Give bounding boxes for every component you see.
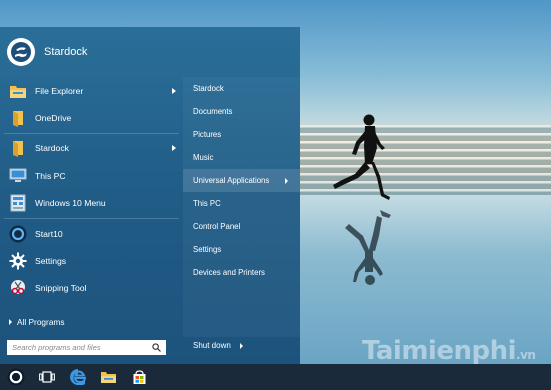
place-item-control-panel[interactable]: Control Panel (183, 215, 300, 238)
submenu-arrow-icon[interactable] (285, 177, 288, 184)
start10-icon (8, 224, 27, 243)
place-label: This PC (193, 199, 221, 208)
search-box[interactable] (7, 340, 166, 355)
places-list: Stardock Documents Pictures Music Univer… (183, 77, 300, 337)
file-explorer-icon (8, 81, 27, 100)
user-row[interactable]: Stardock (7, 38, 87, 66)
place-label: Documents (193, 107, 233, 116)
app-item-label: This PC (35, 170, 66, 181)
app-item-label: Stardock (35, 143, 69, 154)
place-label: Control Panel (193, 222, 241, 231)
pinned-apps-list: File Explorer OneDrive Stardock This PC (0, 77, 183, 302)
place-label: Universal Applications (193, 176, 270, 185)
place-item-stardock[interactable]: Stardock (183, 77, 300, 100)
user-name: Stardock (44, 46, 88, 58)
divider (4, 132, 179, 134)
app-item-label: Start10 (35, 228, 63, 239)
store-icon (133, 369, 146, 384)
submenu-arrow-icon[interactable] (172, 145, 176, 152)
start-menu: Stardock File Explorer OneDrive Stardock (0, 27, 300, 364)
app-item-windows-10-menu[interactable]: Windows 10 Menu (0, 190, 183, 217)
file-explorer-icon (101, 372, 116, 383)
onedrive-icon (8, 109, 27, 128)
stardock-logo-icon (7, 38, 35, 66)
edge-browser-button[interactable] (62, 364, 93, 390)
shutdown-button[interactable]: Shut down (193, 341, 243, 350)
store-button[interactable] (124, 364, 155, 390)
all-programs-label: All Programs (17, 317, 65, 327)
shutdown-label: Shut down (193, 341, 231, 350)
app-item-label: File Explorer (35, 85, 84, 96)
app-item-onedrive[interactable]: OneDrive (0, 104, 183, 131)
start-button[interactable] (0, 364, 31, 390)
settings-gear-icon (8, 252, 27, 271)
place-label: Pictures (193, 130, 222, 139)
place-item-music[interactable]: Music (183, 146, 300, 169)
taskbar (0, 364, 551, 390)
file-explorer-taskbar-button[interactable] (93, 364, 124, 390)
snipping-tool-icon (8, 279, 27, 298)
divider (4, 217, 179, 219)
place-item-pictures[interactable]: Pictures (183, 123, 300, 146)
search-icon[interactable] (152, 343, 161, 352)
app-item-label: OneDrive (35, 113, 72, 124)
place-item-documents[interactable]: Documents (183, 100, 300, 123)
runner-silhouette (333, 114, 391, 285)
app-item-label: Snipping Tool (35, 283, 87, 294)
submenu-arrow-icon[interactable] (172, 87, 176, 94)
app-item-start10[interactable]: Start10 (0, 220, 183, 247)
place-item-settings[interactable]: Settings (183, 238, 300, 261)
start-orb-icon (7, 368, 24, 386)
app-item-settings[interactable]: Settings (0, 247, 183, 274)
search-input[interactable] (12, 341, 142, 354)
task-view-button[interactable] (31, 364, 62, 390)
all-programs-button[interactable]: All Programs (9, 317, 65, 327)
expand-arrow-icon (9, 319, 12, 325)
app-item-snipping-tool[interactable]: Snipping Tool (0, 275, 183, 302)
watermark: Taimienphi.vn (362, 336, 536, 364)
place-item-devices-and-printers[interactable]: Devices and Printers (183, 261, 300, 284)
windows-10-menu-icon (8, 194, 27, 213)
place-item-this-pc[interactable]: This PC (183, 192, 300, 215)
app-item-stardock[interactable]: Stardock (0, 135, 183, 162)
place-label: Stardock (193, 84, 224, 93)
place-label: Settings (193, 245, 222, 254)
app-item-this-pc[interactable]: This PC (0, 162, 183, 189)
this-pc-icon (8, 166, 27, 185)
app-item-label: Settings (35, 256, 67, 267)
folder-icon (8, 139, 27, 158)
shutdown-options-arrow-icon[interactable] (239, 342, 243, 349)
place-item-universal-applications[interactable]: Universal Applications (183, 169, 300, 192)
app-item-file-explorer[interactable]: File Explorer (0, 77, 183, 104)
place-label: Devices and Printers (193, 268, 265, 277)
app-item-label: Windows 10 Menu (35, 198, 106, 209)
task-view-icon (38, 371, 55, 383)
place-label: Music (193, 153, 214, 162)
edge-browser-icon (69, 369, 86, 385)
